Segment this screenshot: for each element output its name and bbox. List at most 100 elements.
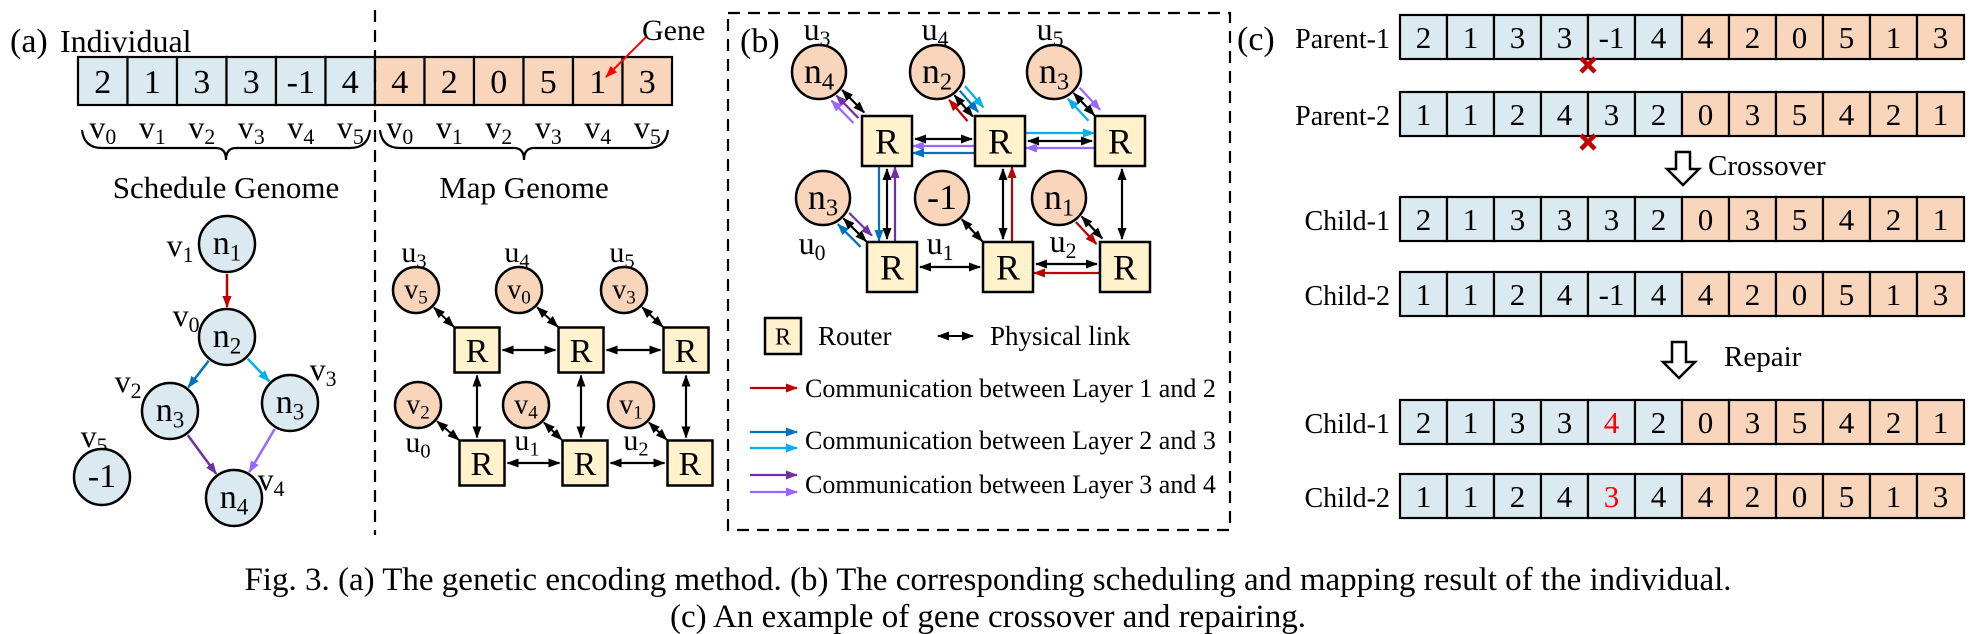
gene-index-label: v4: [584, 109, 611, 149]
task-vertex-label: v1: [167, 227, 194, 267]
gene-value: 2: [441, 64, 458, 101]
gene-value: 1: [1416, 479, 1432, 514]
physical-link: [953, 94, 974, 118]
communication-arrow: [958, 89, 979, 113]
task-vertex-label: v2: [115, 363, 142, 403]
communication-arrow: [948, 99, 969, 122]
gene-index-label: v0: [386, 109, 413, 149]
physical-link: [543, 421, 563, 441]
gene-value: 0: [490, 64, 507, 101]
map-genome-label: Map Genome: [439, 170, 609, 205]
router: R: [557, 326, 605, 374]
parent-2-row: 112432035421: [1398, 90, 1966, 138]
gene-value: 4: [1839, 202, 1855, 237]
communication-arrow: [848, 212, 873, 237]
gene-value: 1: [1463, 479, 1479, 514]
physical-link: [648, 421, 668, 441]
router-label: R: [1108, 122, 1132, 162]
router: R: [666, 439, 714, 487]
child-2-row-label: Child-2: [1304, 281, 1390, 312]
gene-value: 1: [1463, 20, 1479, 55]
panel-a-label: (a): [10, 23, 48, 60]
gene-value: 2: [94, 64, 111, 101]
gene-value: 3: [1604, 479, 1620, 514]
gene-value: 4: [1698, 20, 1714, 55]
communication-arrow: [1075, 221, 1098, 245]
router: R: [973, 114, 1027, 168]
router-label: R: [675, 333, 698, 370]
task-vertex-label: v0: [173, 297, 200, 337]
panel-c-label: (c): [1237, 21, 1275, 58]
communication-arrow: [830, 99, 855, 124]
gene-value: 4: [1839, 97, 1855, 132]
physical-link: [641, 306, 664, 328]
gene-value: 4: [1557, 479, 1573, 514]
schedule-genome-brace: [80, 129, 372, 161]
gene-value: 5: [540, 64, 557, 101]
core-unit-label: u1: [514, 424, 539, 460]
gene-value: 1: [1933, 405, 1949, 440]
gene-value: 0: [1792, 479, 1808, 514]
gene-value: 5: [1839, 277, 1855, 312]
caption-line-2: (c) An example of gene crossover and rep…: [670, 599, 1306, 634]
gene-value: 5: [1839, 20, 1855, 55]
gene-value: 4: [1651, 479, 1667, 514]
gene-index-label: v5: [337, 109, 364, 149]
gene-index-label: v1: [436, 109, 463, 149]
gene-value: 2: [1886, 405, 1902, 440]
physical-link: [1072, 92, 1096, 117]
router-label: R: [996, 248, 1020, 288]
communication-arrow: [1067, 97, 1090, 122]
gene-value: 2: [1416, 20, 1432, 55]
gene-value: 5: [1792, 202, 1808, 237]
gene-value: 3: [1745, 97, 1761, 132]
gene-value: 3: [1510, 405, 1526, 440]
gene-value: 5: [1792, 405, 1808, 440]
gene-value: 0: [1698, 405, 1714, 440]
gene-value: 3: [1933, 277, 1949, 312]
gene-value: 2: [1510, 277, 1526, 312]
map-genome-brace: [378, 129, 670, 161]
task-dependency-arrow: [187, 360, 210, 389]
gene-value: 0: [1792, 277, 1808, 312]
legend-physical-link-label: Physical link: [990, 321, 1131, 351]
gene-value: 5: [1839, 479, 1855, 514]
task-vertex-label: v4: [258, 461, 285, 501]
gene-value: 0: [1698, 97, 1714, 132]
gene-value: 3: [1604, 97, 1620, 132]
gene-value: 1: [1416, 277, 1432, 312]
gene-value: 2: [1886, 97, 1902, 132]
core-unit-label: u2: [1050, 223, 1077, 263]
router: R: [453, 326, 501, 374]
communication-arrow: [964, 85, 985, 109]
router-label: R: [875, 122, 899, 162]
gene-value: 4: [1651, 277, 1667, 312]
parent-2-row-label: Parent-2: [1295, 101, 1390, 132]
router-label: R: [679, 446, 702, 483]
gene-value: 3: [1557, 20, 1573, 55]
router-label: R: [775, 324, 791, 350]
gene-value: -1: [287, 64, 315, 101]
gene-value: 3: [193, 64, 210, 101]
repaired-child-1-row: 213342035421: [1398, 398, 1966, 446]
router: R: [662, 326, 710, 374]
gene-value: 3: [243, 64, 260, 101]
child-1-row-label: Child-1: [1304, 206, 1390, 237]
task-dependency-arrow: [186, 434, 218, 475]
communication-arrow: [835, 94, 860, 119]
gene-value: 0: [1792, 20, 1808, 55]
core-unit-label: u0: [405, 426, 430, 462]
gene-value: 3: [639, 64, 656, 101]
gene-value: 2: [1510, 97, 1526, 132]
gene-value: 3: [1745, 405, 1761, 440]
crossover-point-x-icon: [1579, 133, 1597, 151]
repaired-child-2-row: 112434420513: [1398, 472, 1966, 520]
gene-value: 3: [1557, 202, 1573, 237]
crossover-label: Crossover: [1708, 150, 1826, 182]
legend-router-label: Router: [818, 321, 892, 351]
router-label: R: [1113, 248, 1137, 288]
gene-index-label: v1: [139, 109, 166, 149]
physical-link: [960, 218, 984, 243]
router-label: R: [574, 446, 597, 483]
child-1-row: 213332035421: [1398, 195, 1966, 243]
